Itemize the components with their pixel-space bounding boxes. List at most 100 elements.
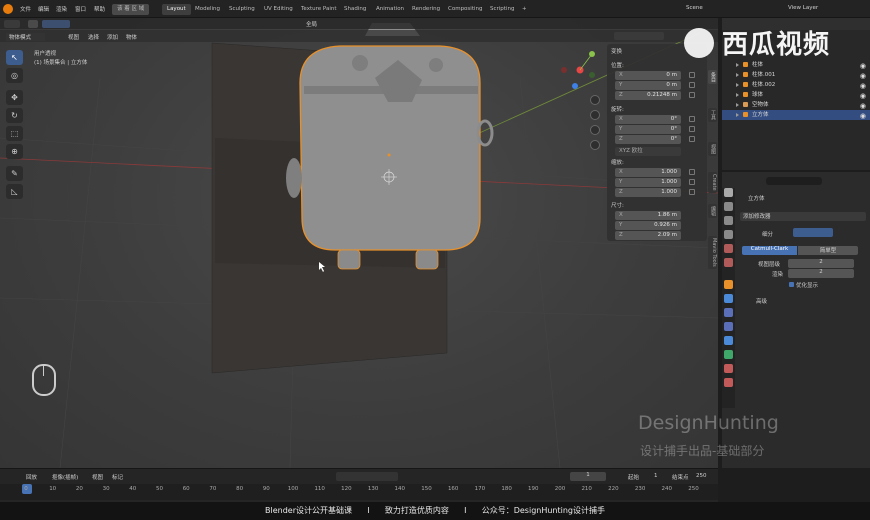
scale-x-field[interactable]: X 1.000 xyxy=(615,168,681,177)
texture-tab-icon[interactable] xyxy=(724,378,733,387)
scale-z-field[interactable]: Z 1.000 xyxy=(615,188,681,197)
measure-tool-icon[interactable]: ◺ xyxy=(6,184,23,199)
tab-mavio-tools[interactable]: Mavio Tools xyxy=(708,236,717,269)
scene-selector[interactable]: Scene xyxy=(686,5,703,11)
select-box-icon[interactable] xyxy=(28,20,38,28)
rotation-y-field[interactable]: Y 0° xyxy=(615,125,681,134)
tab-tool[interactable]: 工具 xyxy=(708,108,717,122)
lock-icon[interactable] xyxy=(689,92,695,98)
lock-icon[interactable] xyxy=(689,189,695,195)
data-tab-icon[interactable] xyxy=(724,350,733,359)
outliner-item-selected[interactable]: 立方体 ◉ xyxy=(722,110,870,120)
tool-tab-icon[interactable] xyxy=(724,188,733,197)
catmull-clark-button[interactable]: Catmull-Clark xyxy=(742,246,797,255)
start-frame-field[interactable]: 1 xyxy=(654,473,658,479)
menu-edit[interactable]: 编辑 xyxy=(38,5,49,13)
properties-search[interactable] xyxy=(766,177,822,185)
zoom-icon[interactable] xyxy=(590,95,600,105)
tab-item[interactable]: 条目 xyxy=(708,70,717,84)
keying-menu[interactable]: 抠像(插帧) xyxy=(52,473,78,481)
tab-create[interactable]: Create xyxy=(708,172,717,193)
outliner-item[interactable]: 柱体 ◉ xyxy=(722,60,870,70)
menu-help[interactable]: 帮助 xyxy=(94,5,105,13)
scale-y-field[interactable]: Y 1.000 xyxy=(615,178,681,187)
tab-compositing[interactable]: Compositing xyxy=(443,4,487,15)
add-modifier-button[interactable]: 添加修改器 xyxy=(740,212,866,221)
physics-tab-icon[interactable] xyxy=(724,322,733,331)
tool-label[interactable]: 该 着 区 域 xyxy=(112,4,150,15)
transform-tool-icon[interactable]: ⊕ xyxy=(6,144,23,159)
location-z-field[interactable]: Z 0.21248 m xyxy=(615,91,681,100)
optimal-display-checkbox[interactable] xyxy=(789,282,794,287)
menu-add[interactable]: 添加 xyxy=(107,33,118,41)
particles-tab-icon[interactable] xyxy=(724,308,733,317)
end-frame-field[interactable]: 250 xyxy=(696,473,707,479)
dimensions-x-field[interactable]: X 1.86 m xyxy=(615,211,681,220)
tab-edit[interactable]: 编辑 xyxy=(708,204,717,218)
rotate-tool-icon[interactable]: ↻ xyxy=(6,108,23,123)
transform-pivot-select[interactable]: 全局 xyxy=(306,20,317,28)
blender-logo-icon[interactable] xyxy=(3,4,13,14)
outliner-item[interactable]: 空物体 ◉ xyxy=(722,100,870,110)
visibility-eye-icon[interactable]: ◉ xyxy=(860,111,866,121)
tab-scripting[interactable]: Scripting xyxy=(485,4,519,15)
menu-file[interactable]: 文件 xyxy=(20,5,31,13)
rotation-x-field[interactable]: X 0° xyxy=(615,115,681,124)
lock-icon[interactable] xyxy=(689,82,695,88)
object-tab-icon[interactable] xyxy=(724,280,733,289)
playback-controls[interactable] xyxy=(336,472,398,481)
select-box-tool-icon[interactable]: ↖ xyxy=(6,50,23,65)
levels-viewport-field[interactable]: 2 xyxy=(788,259,854,268)
constraints-tab-icon[interactable] xyxy=(724,336,733,345)
advanced-section[interactable]: 高级 xyxy=(756,297,767,305)
scale-tool-icon[interactable]: ⬚ xyxy=(6,126,23,141)
camera-view-icon[interactable] xyxy=(590,125,600,135)
editor-type-icon[interactable] xyxy=(4,20,20,28)
menu-window[interactable]: 窗口 xyxy=(75,5,86,13)
tab-rendering[interactable]: Rendering xyxy=(407,4,445,15)
lock-icon[interactable] xyxy=(689,136,695,142)
output-tab-icon[interactable] xyxy=(724,216,733,225)
tab-animation[interactable]: Animation xyxy=(371,4,409,15)
outliner-item[interactable]: 柱体.002 ◉ xyxy=(722,80,870,90)
move-tool-icon[interactable]: ✥ xyxy=(6,90,23,105)
tab-sculpting[interactable]: Sculpting xyxy=(224,4,260,15)
menu-select[interactable]: 选择 xyxy=(88,33,99,41)
render-tab-icon[interactable] xyxy=(724,202,733,211)
modifier-name-field[interactable]: 细分 xyxy=(762,230,773,238)
lock-icon[interactable] xyxy=(689,169,695,175)
menu-view[interactable]: 视图 xyxy=(68,33,79,41)
cursor-tool-icon[interactable]: ◎ xyxy=(6,68,23,83)
tab-modeling[interactable]: Modeling xyxy=(190,4,225,15)
dimensions-y-field[interactable]: Y 0.926 m xyxy=(615,221,681,230)
tab-uv-editing[interactable]: UV Editing xyxy=(259,4,298,15)
menu-render[interactable]: 渲染 xyxy=(56,5,67,13)
marker-menu[interactable]: 标记 xyxy=(112,473,123,481)
view-layer-selector[interactable]: View Layer xyxy=(788,5,818,11)
shading-mode-icons[interactable] xyxy=(614,32,664,40)
location-y-field[interactable]: Y0 m xyxy=(615,81,681,90)
current-frame-field[interactable]: 1 xyxy=(570,472,606,481)
menu-object[interactable]: 物体 xyxy=(126,33,137,41)
scene-tab-icon[interactable] xyxy=(724,244,733,253)
outliner-item[interactable]: 柱体.001 ◉ xyxy=(722,70,870,80)
dimensions-z-field[interactable]: Z 2.09 m xyxy=(615,231,681,240)
tab-view[interactable]: 视图 xyxy=(708,142,717,156)
rotation-z-field[interactable]: Z 0° xyxy=(615,135,681,144)
add-workspace-button[interactable]: + xyxy=(517,4,532,15)
mode-dropdown[interactable]: 物体模式 xyxy=(6,33,46,41)
simple-button[interactable]: 简单型 xyxy=(798,246,858,255)
timeline-view-menu[interactable]: 视图 xyxy=(92,473,103,481)
tab-shading[interactable]: Shading xyxy=(339,4,371,15)
lock-icon[interactable] xyxy=(689,179,695,185)
modifier-toggle-icons[interactable] xyxy=(793,228,833,237)
location-x-field[interactable]: X0 m xyxy=(615,71,681,80)
lock-icon[interactable] xyxy=(689,116,695,122)
tab-texture-paint[interactable]: Texture Paint xyxy=(296,4,342,15)
tab-layout[interactable]: Layout xyxy=(162,4,191,15)
perspective-toggle-icon[interactable] xyxy=(590,140,600,150)
material-tab-icon[interactable] xyxy=(724,364,733,373)
modifier-tab-icon[interactable] xyxy=(724,294,733,303)
lock-icon[interactable] xyxy=(689,72,695,78)
outliner-item[interactable]: 球体 ◉ xyxy=(722,90,870,100)
